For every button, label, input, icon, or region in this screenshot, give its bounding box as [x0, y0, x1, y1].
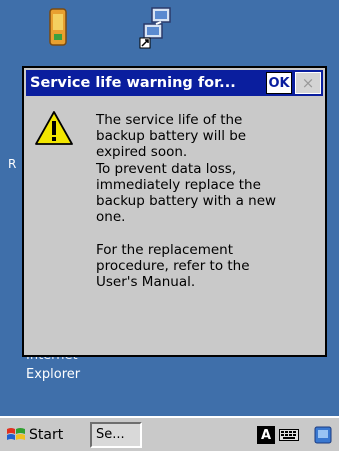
dialog-titlebar[interactable]: Service life warning for... OK × — [26, 70, 323, 96]
battery-icon[interactable] — [46, 6, 70, 48]
message-line: procedure, refer to the — [96, 257, 250, 274]
dialog-title: Service life warning for... — [30, 75, 236, 91]
show-desktop-icon[interactable] — [314, 425, 332, 445]
input-indicator[interactable]: A — [257, 426, 275, 444]
message-line: backup battery will be — [96, 128, 247, 145]
warning-icon — [35, 111, 73, 145]
keyboard-icon[interactable] — [279, 429, 299, 441]
taskbar-window-button[interactable]: Se... — [90, 422, 142, 448]
message-spacer — [96, 225, 318, 241]
start-button[interactable]: Start — [6, 423, 63, 447]
desktop-partial-label: R — [8, 157, 17, 171]
close-button[interactable]: × — [295, 72, 321, 94]
ok-button[interactable]: OK — [266, 72, 292, 94]
warning-dialog: Service life warning for... OK × The ser… — [22, 66, 327, 357]
message-line: User's Manual. — [96, 274, 196, 291]
network-icon[interactable] — [136, 4, 176, 50]
screen: R Internet Explorer Service life warning… — [0, 0, 339, 451]
desktop-icon-label-explorer[interactable]: Explorer — [26, 367, 80, 382]
message-line: immediately replace the — [96, 176, 261, 193]
start-label: Start — [29, 427, 64, 443]
windows-flag-icon — [7, 428, 25, 440]
message-line: To prevent data loss, — [96, 160, 237, 177]
taskbar: Start Se... A — [0, 416, 339, 451]
message-line: For the replacement — [96, 241, 234, 258]
message-line: expired soon. — [96, 144, 188, 161]
message-line: one. — [96, 209, 126, 226]
message-line: The service life of the — [96, 112, 243, 128]
message-line: backup battery with a new — [96, 193, 277, 210]
dialog-message: The service life of the backup battery w… — [96, 112, 318, 290]
